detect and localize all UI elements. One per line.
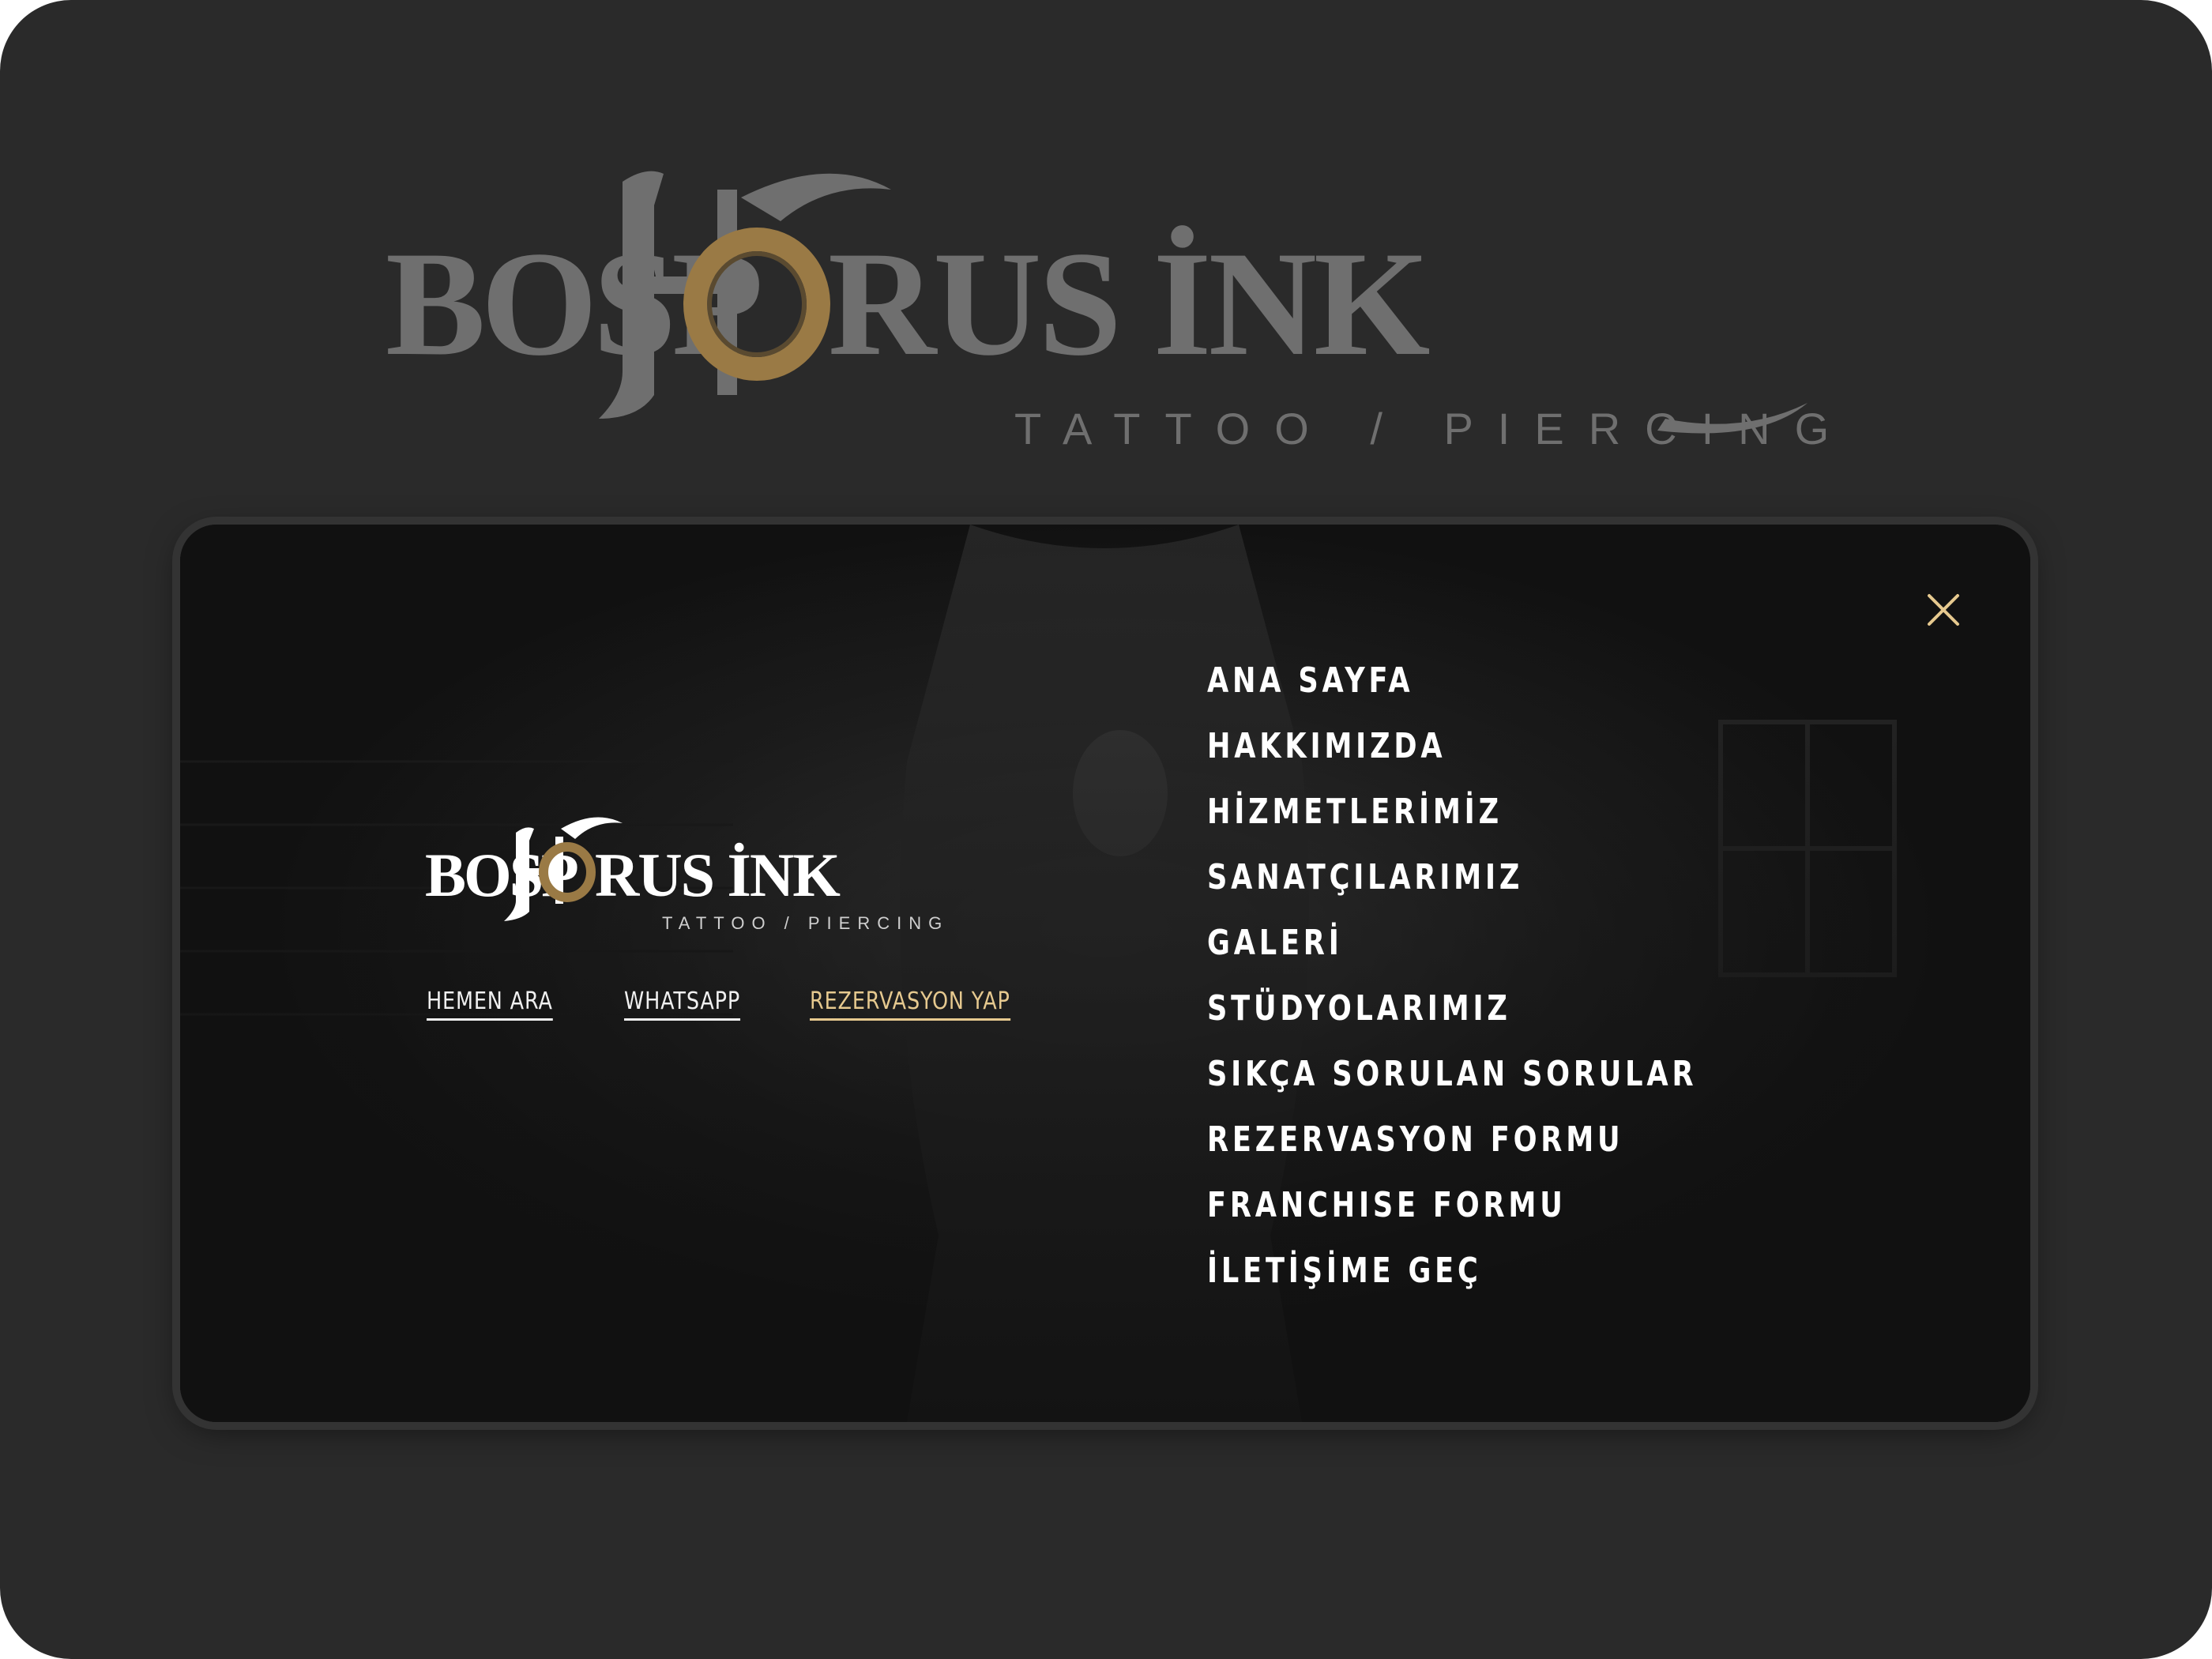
menu-item-label[interactable]: İLETİŞİME GEÇ — [1207, 1251, 1482, 1291]
close-icon — [1928, 594, 1959, 626]
menu-item-label[interactable]: HAKKIMIZDA — [1207, 726, 1446, 766]
brand-swoosh — [741, 173, 891, 221]
menu-item-artists[interactable]: SANATÇILARIMIZ — [1207, 845, 1819, 910]
quick-links: HEMEN ARA WHATSAPP REZERVASYON YAP — [427, 988, 1046, 1021]
whatsapp-link[interactable]: WHATSAPP — [624, 988, 741, 1021]
reservation-link[interactable]: REZERVASYON YAP — [810, 988, 1010, 1021]
app-frame: BOSP RUS İNK TATTOO / PIERCING BOSP RUS … — [0, 0, 2212, 1659]
brand-tagline-large: TATTOO / PIERCING — [1014, 404, 1854, 453]
menu-item-about[interactable]: HAKKIMIZDA — [1207, 713, 1819, 779]
menu-item-studios[interactable]: STÜDYOLARIMIZ — [1207, 976, 1819, 1041]
menu-item-contact[interactable]: İLETİŞİME GEÇ — [1207, 1238, 1819, 1304]
menu-item-services[interactable]: HİZMETLERİMİZ — [1207, 779, 1819, 845]
brand-name-right: RUS İNK — [828, 221, 1430, 387]
menu-item-label[interactable]: GALERİ — [1207, 923, 1343, 963]
menu-item-reservation-form[interactable]: REZERVASYON FORMU — [1207, 1107, 1819, 1172]
menu-item-label[interactable]: STÜDYOLARIMIZ — [1207, 988, 1511, 1029]
brand-logo-small[interactable]: BOSP RUS İNK TATTOO / PIERCING — [425, 809, 978, 943]
menu-item-label[interactable]: ANA SAYFA — [1207, 660, 1413, 701]
call-now-link[interactable]: HEMEN ARA — [427, 988, 553, 1021]
menu-item-gallery[interactable]: GALERİ — [1207, 910, 1819, 976]
small-brand-tagline: TATTOO / PIERCING — [662, 913, 949, 933]
small-brand-right: RUS İNK — [595, 841, 841, 909]
menu-item-label[interactable]: FRANCHISE FORMU — [1207, 1185, 1567, 1225]
menu-item-home[interactable]: ANA SAYFA — [1207, 648, 1819, 713]
menu-overlay: BOSP RUS İNK TATTOO / PIERCING HEMEN ARA… — [180, 525, 2030, 1422]
menu-item-faq[interactable]: SIKÇA SORULAN SORULAR — [1207, 1041, 1819, 1107]
menu-item-franchise-form[interactable]: FRANCHISE FORMU — [1207, 1172, 1819, 1238]
close-button[interactable] — [1921, 588, 1966, 632]
menu-item-label[interactable]: SIKÇA SORULAN SORULAR — [1207, 1054, 1697, 1094]
menu-item-label[interactable]: HİZMETLERİMİZ — [1207, 792, 1503, 832]
menu-item-label[interactable]: REZERVASYON FORMU — [1207, 1119, 1623, 1160]
menu-item-label[interactable]: SANATÇILARIMIZ — [1207, 857, 1523, 897]
main-menu: ANA SAYFA HAKKIMIZDA HİZMETLERİMİZ SANAT… — [1207, 648, 1819, 1304]
